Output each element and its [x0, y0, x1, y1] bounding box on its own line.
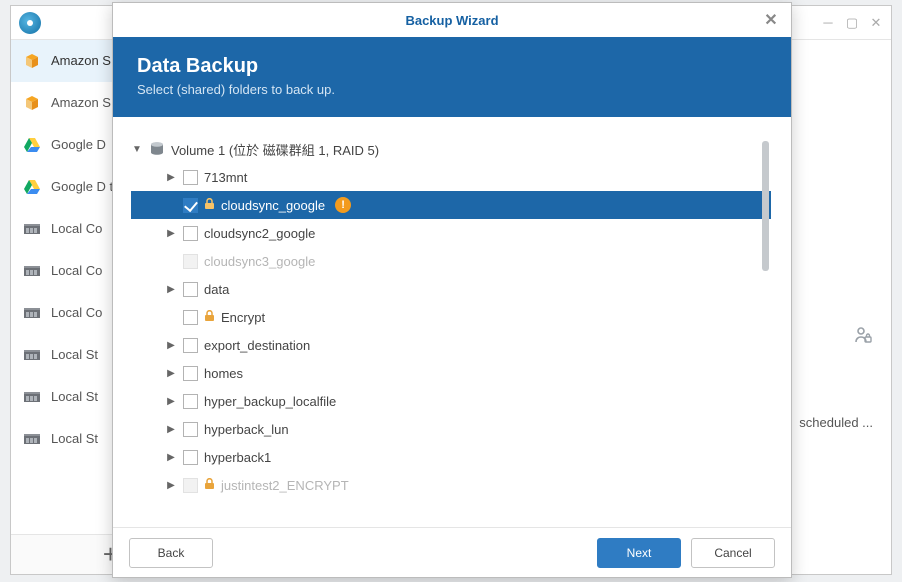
chevron-right-icon[interactable]: ▶: [165, 227, 177, 239]
chevron-down-icon[interactable]: ▼: [131, 143, 143, 155]
chevron-right-icon: [165, 255, 177, 267]
google-drive-icon: [23, 136, 41, 154]
modal-header: Data Backup Select (shared) folders to b…: [113, 37, 791, 117]
chevron-right-icon: [165, 311, 177, 323]
chevron-right-icon[interactable]: ▶: [165, 171, 177, 183]
local-icon: [23, 346, 41, 364]
modal-titlebar: Backup Wizard ✕: [113, 3, 791, 37]
backup-wizard-modal: Backup Wizard ✕ Data Backup Select (shar…: [112, 2, 792, 578]
modal-footer: Back Next Cancel: [113, 527, 791, 577]
folder-label: 713mnt: [204, 170, 247, 185]
chevron-right-icon[interactable]: ▶: [165, 451, 177, 463]
folder-label: data: [204, 282, 229, 297]
folder-checkbox[interactable]: [183, 338, 198, 353]
folder-checkbox[interactable]: [183, 282, 198, 297]
folder-checkbox[interactable]: [183, 226, 198, 241]
local-icon: [23, 304, 41, 322]
folder-label: cloudsync2_google: [204, 226, 315, 241]
lock-icon: [204, 478, 215, 493]
folder-checkbox[interactable]: [183, 422, 198, 437]
chevron-right-icon[interactable]: ▶: [165, 367, 177, 379]
tree-row[interactable]: ▶ 713mnt: [131, 163, 771, 191]
tree-row[interactable]: ▶ homes: [131, 359, 771, 387]
minimize-icon[interactable]: ─: [821, 15, 835, 31]
window-controls: ─ ▢ ✕: [821, 15, 883, 31]
folder-checkbox[interactable]: [183, 394, 198, 409]
tree-row[interactable]: Encrypt: [131, 303, 771, 331]
cancel-button[interactable]: Cancel: [691, 538, 775, 568]
folder-label: homes: [204, 366, 243, 381]
volume-icon: [149, 141, 165, 157]
chevron-right-icon[interactable]: ▶: [165, 479, 177, 491]
sidebar-item-label: Local St: [51, 347, 98, 364]
folder-tree: ▼ Volume 1 (位於 磁碟群組 1, RAID 5) ▶ 713mnt cl…: [131, 135, 771, 517]
app-logo-icon: [19, 12, 41, 34]
modal-close-icon[interactable]: ✕: [761, 10, 781, 30]
local-icon: [23, 388, 41, 406]
folder-checkbox[interactable]: [183, 366, 198, 381]
sidebar-item-label: Local St: [51, 431, 98, 448]
scrollbar-thumb[interactable]: [762, 141, 769, 271]
local-icon: [23, 430, 41, 448]
google-drive-icon: [23, 178, 41, 196]
folder-checkbox[interactable]: [183, 170, 198, 185]
sidebar-item-label: Local St: [51, 389, 98, 406]
sidebar-item-label: Google D: [51, 137, 106, 154]
folder-checkbox: [183, 478, 198, 493]
folder-label: export_destination: [204, 338, 310, 353]
lock-user-icon[interactable]: [853, 325, 873, 350]
lock-icon: [204, 198, 215, 213]
warning-icon: !: [335, 197, 351, 213]
folder-label: cloudsync3_google: [204, 254, 315, 269]
sidebar-item-label: Local Co: [51, 263, 102, 280]
folder-checkbox[interactable]: [183, 450, 198, 465]
tree-row[interactable]: ▶ cloudsync2_google: [131, 219, 771, 247]
schedule-hint-text: scheduled ...: [799, 415, 873, 430]
folder-label: cloudsync_google: [221, 198, 325, 213]
chevron-right-icon[interactable]: ▶: [165, 423, 177, 435]
tree-row[interactable]: ▶ hyperback_lun: [131, 415, 771, 443]
sidebar-item-label: Amazon S: [51, 53, 111, 70]
chevron-right-icon[interactable]: ▶: [165, 395, 177, 407]
folder-checkbox[interactable]: [183, 198, 198, 213]
folder-label: hyper_backup_localfile: [204, 394, 336, 409]
amazon-s3-icon: [23, 94, 41, 112]
tree-volume-label: Volume 1 (位於 磁碟群組 1, RAID 5): [171, 140, 379, 159]
tree-volume-row[interactable]: ▼ Volume 1 (位於 磁碟群組 1, RAID 5): [131, 135, 771, 163]
tree-row[interactable]: ▶ data: [131, 275, 771, 303]
tree-row: ▶ justintest2_ENCRYPT: [131, 471, 771, 499]
modal-header-title: Data Backup: [137, 55, 767, 78]
modal-body: ▼ Volume 1 (位於 磁碟群組 1, RAID 5) ▶ 713mnt cl…: [113, 117, 791, 527]
local-icon: [23, 220, 41, 238]
chevron-right-icon[interactable]: ▶: [165, 339, 177, 351]
local-icon: [23, 262, 41, 280]
tree-row[interactable]: ▶ hyperback1: [131, 443, 771, 471]
chevron-right-icon[interactable]: ▶: [165, 283, 177, 295]
folder-checkbox[interactable]: [183, 310, 198, 325]
sidebar-item-label: Local Co: [51, 221, 102, 238]
folder-label: Encrypt: [221, 310, 265, 325]
maximize-icon[interactable]: ▢: [845, 15, 859, 31]
folder-label: hyperback_lun: [204, 422, 289, 437]
tree-row: cloudsync3_google: [131, 247, 771, 275]
modal-header-subtitle: Select (shared) folders to back up.: [137, 82, 767, 97]
folder-label: hyperback1: [204, 450, 271, 465]
modal-title: Backup Wizard: [405, 13, 498, 28]
chevron-right-icon: [165, 199, 177, 211]
sidebar-item-label: Local Co: [51, 305, 102, 322]
next-button[interactable]: Next: [597, 538, 681, 568]
amazon-s3-icon: [23, 52, 41, 70]
sidebar-item-label: Amazon S: [51, 95, 111, 112]
lock-icon: [204, 310, 215, 325]
folder-label: justintest2_ENCRYPT: [221, 478, 349, 493]
tree-row[interactable]: ▶ export_destination: [131, 331, 771, 359]
tree-row[interactable]: ▶ hyper_backup_localfile: [131, 387, 771, 415]
close-icon[interactable]: ✕: [869, 15, 883, 31]
back-button[interactable]: Back: [129, 538, 213, 568]
tree-row[interactable]: cloudsync_google!: [131, 191, 771, 219]
folder-checkbox: [183, 254, 198, 269]
